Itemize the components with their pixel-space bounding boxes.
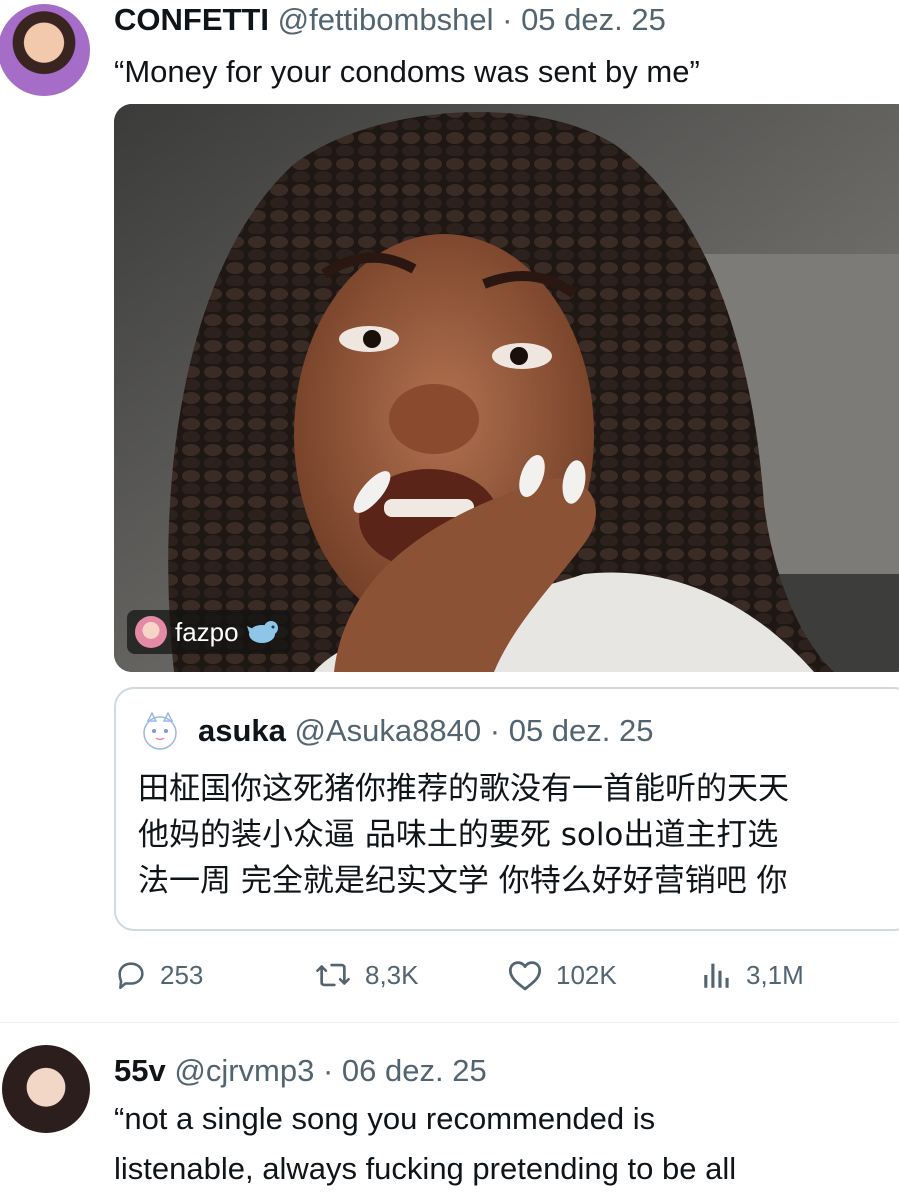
tag-username: fazpo (175, 616, 239, 647)
reply-button[interactable]: 253 (114, 952, 203, 998)
views-button[interactable]: 3,1M (700, 952, 804, 998)
tweet-media[interactable] (114, 104, 899, 672)
avatar[interactable] (2, 1045, 90, 1133)
quoted-date[interactable]: 05 dez. 25 (509, 713, 654, 748)
quoted-text-line: 法一周 完全就是纪实文学 你特么好好营销吧 你 (138, 863, 788, 899)
author-handle[interactable]: @cjrvmp3 (174, 1053, 314, 1088)
tweet-header: CONFETTI @fettibombshel · 05 dez. 25 (114, 0, 666, 40)
media-photo (114, 104, 899, 672)
tweet-text-line: “not a single song you recommended is (114, 1101, 656, 1136)
quoted-tweet[interactable]: asuka @Asuka8840 · 05 dez. 25 田柾国你这死猪你推荐… (114, 687, 899, 931)
like-icon (508, 961, 542, 991)
separator: · (502, 2, 513, 37)
repost-button[interactable]: 8,3K (313, 952, 419, 998)
reply-count: 253 (160, 959, 204, 990)
quoted-text-line: 他妈的装小众逼 品味土的要死 solo出道主打选 (138, 817, 779, 853)
tweet-actions: 253 8,3K 102K 3,1M (0, 952, 899, 998)
quoted-avatar[interactable] (136, 707, 184, 755)
quoted-header: asuka @Asuka8840 · 05 dez. 25 (198, 711, 654, 751)
tag-avatar (135, 616, 167, 648)
reply-icon (118, 962, 144, 990)
quoted-text-line: 田柾国你这死猪你推荐的歌没有一首能听的天天 (138, 771, 789, 807)
repost-count: 8,3K (365, 959, 419, 990)
quoted-author-handle[interactable]: @Asuka8840 (295, 713, 482, 748)
tweet[interactable]: 55v @cjrvmp3 · 06 dez. 25 “not a single … (0, 1023, 899, 1200)
post-date[interactable]: 05 dez. 25 (521, 2, 666, 37)
like-count: 102K (556, 959, 617, 990)
tweet[interactable]: CONFETTI @fettibombshel · 05 dez. 25 “Mo… (0, 0, 899, 1020)
media-tag[interactable]: fazpo (127, 610, 291, 654)
avatar[interactable] (0, 4, 90, 96)
views-count: 3,1M (746, 959, 804, 990)
separator: · (489, 713, 501, 748)
views-icon (704, 963, 729, 988)
like-button[interactable]: 102K (506, 952, 617, 998)
repost-icon (316, 963, 350, 987)
quoted-author-name[interactable]: asuka (198, 713, 286, 748)
seal-emoji-icon (246, 621, 278, 643)
separator: · (322, 1053, 334, 1088)
post-date[interactable]: 06 dez. 25 (342, 1053, 487, 1088)
tweet-text: “Money for your condoms was sent by me” (114, 54, 700, 89)
tweet-header: 55v @cjrvmp3 · 06 dez. 25 (114, 1051, 487, 1091)
author-name[interactable]: CONFETTI (114, 2, 269, 37)
tweet-text-line: listenable, always fucking pretending to… (114, 1151, 737, 1186)
author-handle[interactable]: @fettibombshel (278, 2, 494, 37)
author-name[interactable]: 55v (114, 1053, 166, 1088)
